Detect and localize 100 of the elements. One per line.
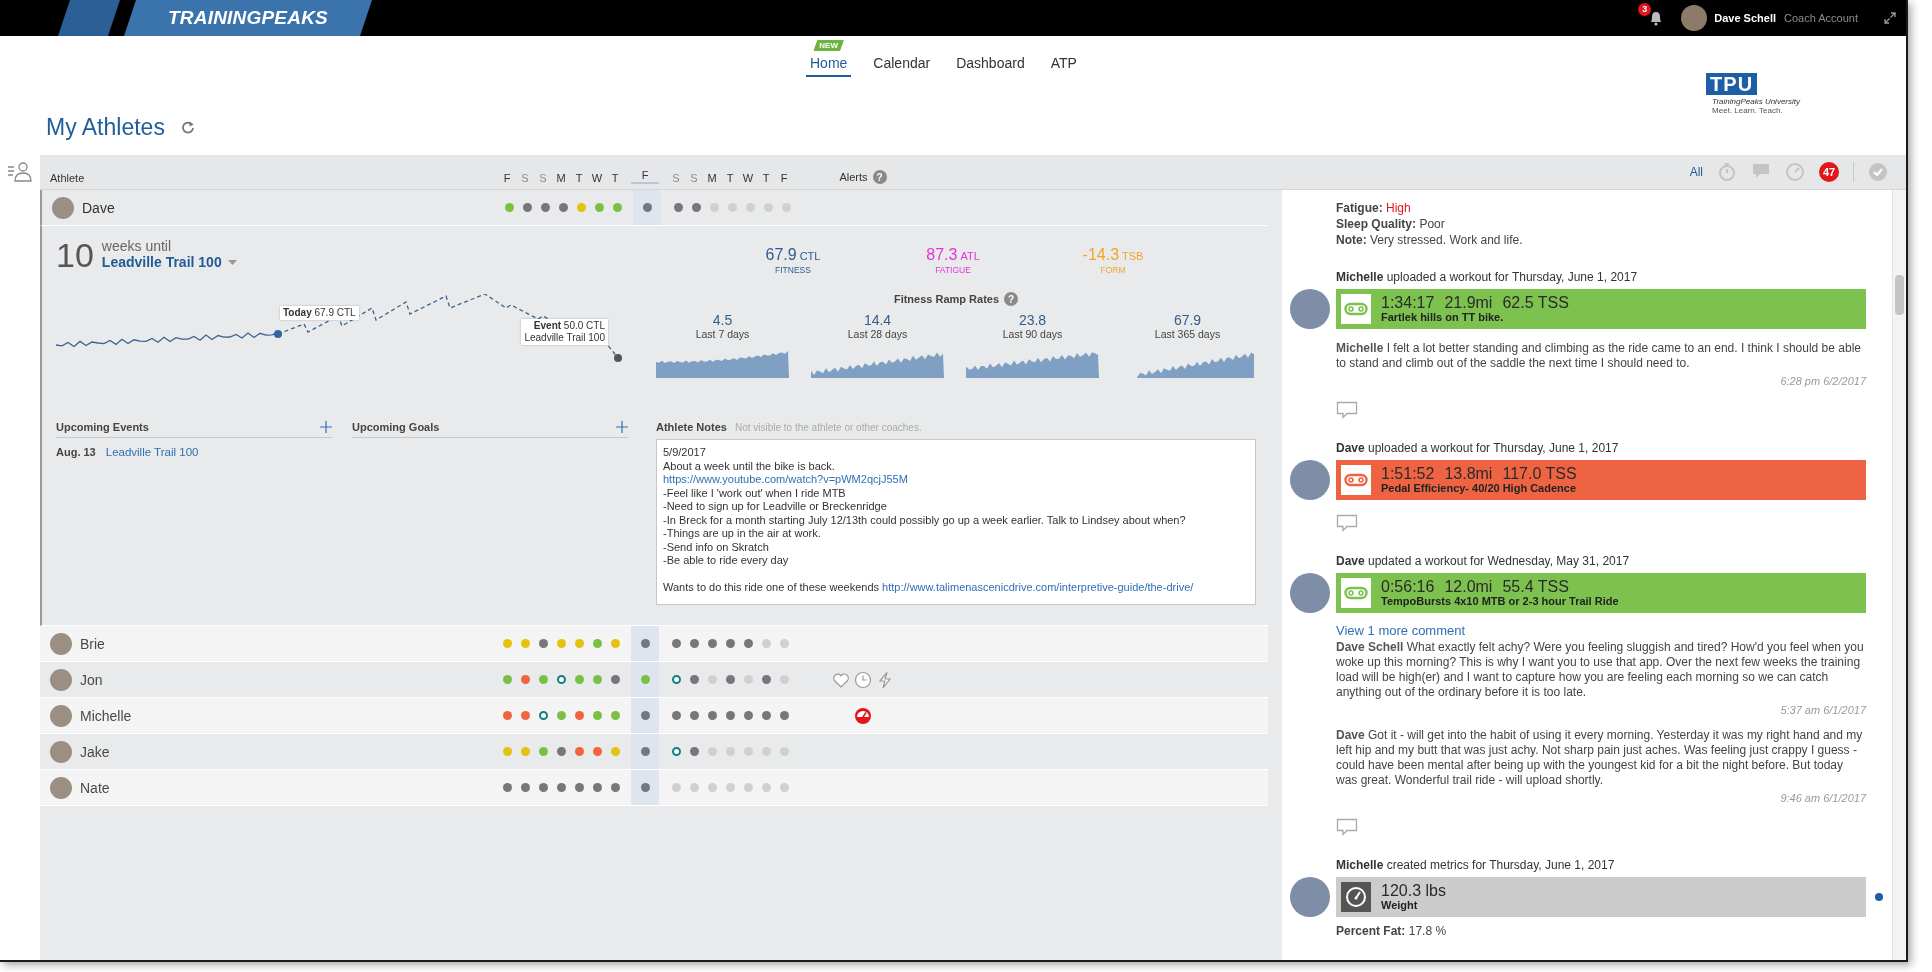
comment-time: 9:46 am 6/1/2017 bbox=[1779, 792, 1866, 804]
avatar bbox=[50, 776, 72, 799]
comment-icon[interactable] bbox=[1336, 401, 1358, 419]
metric-label: FITNESS bbox=[775, 265, 811, 275]
check-icon[interactable] bbox=[1868, 162, 1888, 182]
athlete-name[interactable]: Nate bbox=[80, 779, 110, 796]
gauge-icon[interactable] bbox=[1785, 162, 1805, 182]
athlete-name[interactable]: Dave bbox=[82, 199, 115, 216]
feed-headline: Dave updated a workout for Wednesday, May 31, 2017 bbox=[1336, 554, 1631, 569]
section-title: Upcoming Goals bbox=[352, 421, 440, 433]
note-line: -Need to sign up for Leadville or Breckenridge bbox=[663, 500, 888, 514]
day-label: W bbox=[590, 172, 604, 184]
note-link[interactable]: http://www.talimenascenicdrive.com/interpretive-guide/the-drive/ bbox=[882, 581, 1194, 595]
comment-icon[interactable] bbox=[1336, 514, 1358, 532]
clock-icon bbox=[854, 670, 872, 689]
weeks-count: 10 bbox=[56, 238, 94, 272]
filter-all-link[interactable]: All bbox=[1689, 165, 1703, 179]
metric-unit: TSB bbox=[1122, 250, 1144, 262]
day-label: T bbox=[574, 172, 584, 184]
workout-tss: 55.4 TSS bbox=[1502, 578, 1569, 595]
day-label: W bbox=[741, 172, 755, 184]
workout-card[interactable]: 0:56:16 12.0mi 55.4 TSS TempoBursts 4x10 MTB or 2-3 hour Trail Ride bbox=[1336, 573, 1866, 613]
ramp-label: Last 90 days bbox=[1002, 328, 1063, 340]
comment-text: Dave Got it - will get into the habit of using it every morning. Yesterday it was my right hand and my left hip and my butt that was just achy. Not sharp pain just aches. Was feeling just crappy I guess - could have been mental after being up with the youngest kid for a bit the night before. But today was great. Wonderful trail ride - will upload shortly. bbox=[1336, 728, 1864, 788]
view-more-comments-link[interactable]: View 1 more comment bbox=[1336, 623, 1466, 638]
avatar bbox=[1290, 573, 1330, 613]
day-label: T bbox=[761, 172, 771, 184]
note-line: -Send info on Skratch bbox=[663, 540, 770, 554]
column-header: Alerts bbox=[839, 171, 868, 183]
event-name[interactable]: Leadville Trail 100 bbox=[101, 254, 222, 270]
nav-tab[interactable]: ATP bbox=[1046, 55, 1081, 77]
add-icon[interactable] bbox=[616, 421, 628, 433]
athlete-name[interactable]: Jon bbox=[80, 671, 103, 688]
alert-count-badge[interactable]: 47 bbox=[1819, 162, 1839, 182]
day-label: S bbox=[689, 172, 699, 184]
feed-headline: Michelle created metrics for Thursday, June 1, 2017 bbox=[1336, 858, 1616, 873]
note-link[interactable]: https://www.youtube.com/watch?v=pWM2qcjJ55M bbox=[663, 473, 908, 487]
athlete-name[interactable]: Brie bbox=[80, 635, 105, 652]
avatar bbox=[50, 632, 72, 655]
note-line: About a week until the bike is back. bbox=[663, 459, 836, 473]
athlete-name[interactable]: Jake bbox=[80, 743, 110, 760]
event-date: Aug. 13 bbox=[56, 446, 96, 458]
day-label: S bbox=[520, 172, 530, 184]
avatar bbox=[1290, 460, 1330, 500]
comment-text: Dave Schell What exactly felt achy? Were you feeling sluggish and tired? How'd you feel when you woke up this morning? This is why I want you to use that app. Over the next few weeks the training load will be high(er) and I want to capture how you are feeling each morning so we can catch anything out of the ordinary before it is too late. bbox=[1336, 640, 1865, 700]
notes-field[interactable] bbox=[656, 439, 1256, 605]
section-title: Fitness Ramp Rates bbox=[893, 293, 1000, 305]
workout-card[interactable]: 1:34:17 21.9mi 62.5 TSS Fartlek hills on TT bike. bbox=[1336, 289, 1866, 329]
metric-reading: 120.3 lbs bbox=[1381, 882, 1446, 899]
metric-unit: ATL bbox=[960, 250, 980, 262]
heart-icon bbox=[832, 670, 850, 689]
avatar bbox=[52, 196, 74, 219]
chain-link-icon bbox=[1344, 473, 1368, 487]
workout-card[interactable]: 1:51:52 13.8mi 117.0 TSS Pedal Efficiency- 40/20 High Cadence bbox=[1336, 460, 1866, 500]
day-label: S bbox=[671, 172, 681, 184]
scrollbar-thumb[interactable] bbox=[1895, 275, 1904, 315]
note-line: -Things are up in the air at work. bbox=[663, 527, 822, 541]
workout-duration: 0:56:16 bbox=[1381, 578, 1435, 595]
note-line: -Be able to ride every day bbox=[663, 554, 790, 568]
user-name[interactable]: Dave Schell bbox=[1714, 12, 1776, 24]
account-type: Coach Account bbox=[1784, 12, 1858, 24]
metric-label: Note: bbox=[1336, 233, 1367, 247]
nav-tab[interactable]: Calendar bbox=[869, 55, 935, 77]
ramp-value: 4.5 bbox=[712, 312, 733, 328]
note-line: -Feel like I 'work out' when I ride MTB bbox=[663, 486, 847, 500]
expand-icon[interactable] bbox=[1884, 12, 1896, 24]
today-label: F bbox=[631, 169, 659, 184]
weeks-label: weeks until bbox=[101, 238, 173, 254]
avatar bbox=[50, 704, 72, 727]
metric-value: 67.9 bbox=[765, 246, 797, 263]
new-badge: NEW bbox=[813, 40, 844, 51]
comment-text: Michelle I felt a lot better standing and climbing as the ride came to an end. I think I should be able to stand and climb out of the saddle the next time I should need to. bbox=[1336, 341, 1862, 371]
event-link[interactable]: Leadville Trail 100 bbox=[105, 446, 199, 458]
chain-link-icon bbox=[1344, 302, 1368, 316]
athlete-list-icon[interactable] bbox=[7, 161, 33, 183]
workout-duration: 1:51:52 bbox=[1381, 465, 1435, 482]
metric-unit: CTL bbox=[799, 250, 821, 262]
metric-value: High bbox=[1386, 201, 1411, 215]
ramp-value: 23.8 bbox=[1018, 312, 1047, 328]
refresh-icon[interactable] bbox=[180, 120, 195, 134]
avatar bbox=[1290, 289, 1330, 329]
add-icon[interactable] bbox=[320, 421, 332, 433]
metric-value: -14.3 bbox=[1082, 246, 1120, 263]
ramp-label: Last 365 days bbox=[1154, 328, 1221, 340]
athlete-name[interactable]: Michelle bbox=[80, 707, 132, 724]
chart-annotation: Today 67.9 CTL bbox=[280, 306, 359, 320]
ramp-value: 67.9 bbox=[1173, 312, 1202, 328]
nav-tab[interactable]: Dashboard bbox=[952, 55, 1029, 77]
feed-headline: Dave uploaded a workout for Thursday, June 1, 2017 bbox=[1336, 441, 1620, 456]
chain-link-icon bbox=[1344, 586, 1368, 600]
nav-tab[interactable]: Home bbox=[806, 55, 852, 77]
gauge-icon bbox=[854, 706, 872, 725]
metric-label: Fatigue: bbox=[1336, 201, 1383, 215]
university-logo[interactable]: TPU bbox=[1706, 73, 1758, 95]
chart-annotation: Event 50.0 CTL Leadville Trail 100 bbox=[521, 319, 608, 345]
caret-icon[interactable] bbox=[227, 259, 237, 265]
comment-time: 5:37 am 6/1/2017 bbox=[1779, 704, 1866, 716]
stopwatch-icon[interactable] bbox=[1717, 162, 1737, 182]
comment-icon[interactable] bbox=[1336, 818, 1358, 836]
metric-card[interactable]: 120.3 lbs Weight bbox=[1336, 877, 1866, 917]
